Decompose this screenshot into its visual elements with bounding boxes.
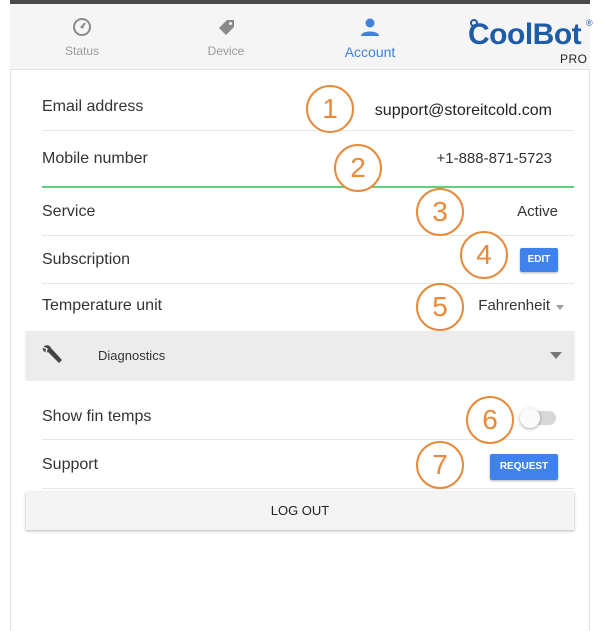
support-row: Support REQUEST bbox=[42, 441, 574, 489]
callout-badge-3: 3 bbox=[416, 188, 464, 236]
diagnostics-label: Diagnostics bbox=[98, 348, 166, 363]
tab-device[interactable]: Device bbox=[176, 16, 276, 58]
top-navigation-bar: Status Device Account CoolBot ® PRO bbox=[10, 0, 593, 70]
service-label: Service bbox=[42, 203, 96, 220]
temperature-unit-label: Temperature unit bbox=[42, 297, 163, 314]
service-status: Active bbox=[517, 203, 558, 220]
callout-badge-7: 7 bbox=[416, 441, 464, 489]
callout-badge-5: 5 bbox=[416, 283, 464, 331]
tag-icon bbox=[176, 16, 276, 38]
chevron-down-icon[interactable] bbox=[550, 352, 562, 359]
callout-badge-4: 4 bbox=[460, 231, 508, 279]
tab-status[interactable]: Status bbox=[32, 16, 132, 58]
tab-device-label: Device bbox=[207, 44, 245, 58]
service-row: Service Active bbox=[42, 189, 574, 236]
chevron-down-icon[interactable] bbox=[556, 305, 564, 310]
tab-account-label: Account bbox=[344, 44, 396, 60]
logo-pro-label: PRO bbox=[560, 52, 588, 66]
speedometer-icon bbox=[32, 16, 132, 38]
tab-status-label: Status bbox=[64, 44, 100, 58]
mobile-row[interactable]: Mobile number +1-888-871-5723 bbox=[42, 132, 574, 188]
callout-badge-1: 1 bbox=[306, 85, 354, 133]
logo-wordmark: CoolBot bbox=[468, 18, 582, 51]
toggle-knob[interactable] bbox=[520, 408, 540, 428]
person-icon bbox=[320, 16, 420, 38]
subscription-label: Subscription bbox=[42, 251, 131, 268]
fin-temps-toggle[interactable] bbox=[520, 408, 556, 428]
mobile-label: Mobile number bbox=[42, 150, 148, 167]
email-label: Email address bbox=[42, 98, 144, 115]
support-label: Support bbox=[42, 456, 99, 473]
coolbot-pro-logo: CoolBot ® PRO bbox=[468, 18, 594, 66]
diagnostics-section-header[interactable]: Diagnostics bbox=[26, 331, 574, 379]
request-support-button[interactable]: REQUEST bbox=[490, 454, 558, 480]
mobile-number-field[interactable]: +1-888-871-5723 bbox=[436, 150, 552, 167]
callout-badge-6: 6 bbox=[466, 396, 514, 444]
temperature-unit-row: Temperature unit Fahrenheit bbox=[42, 284, 574, 330]
logo-registered-mark: ® bbox=[586, 18, 593, 28]
wrench-icon bbox=[40, 343, 66, 372]
fin-temps-label: Show fin temps bbox=[42, 408, 152, 425]
callout-badge-2: 2 bbox=[334, 144, 382, 192]
tab-account[interactable]: Account bbox=[320, 16, 420, 60]
temperature-unit-select[interactable]: Fahrenheit bbox=[478, 297, 550, 314]
email-value: support@storeitcold.com bbox=[374, 102, 552, 119]
edit-subscription-button[interactable]: EDIT bbox=[520, 248, 558, 272]
logout-button[interactable]: LOG OUT bbox=[26, 492, 574, 530]
